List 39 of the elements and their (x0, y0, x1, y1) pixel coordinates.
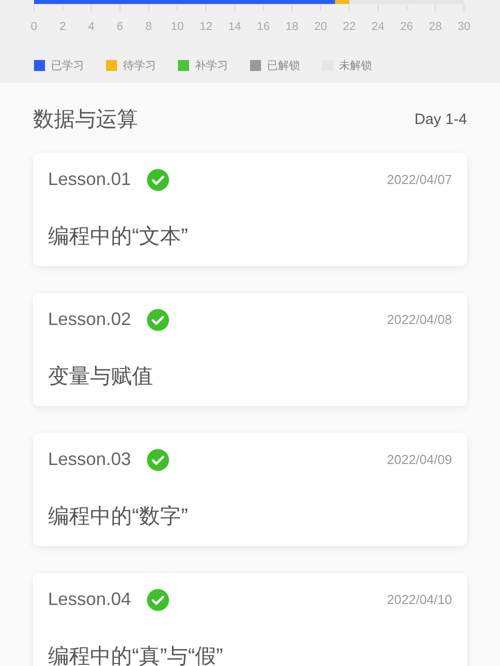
lesson-date: 2022/04/08 (386, 312, 452, 327)
lesson-date: 2022/04/07 (386, 172, 452, 187)
axis-label: 4 (88, 21, 95, 33)
lesson-number: Lesson.03 (48, 449, 132, 470)
lesson-card[interactable]: Lesson.04 2022/04/10 编程中的“真”与“假” (33, 573, 467, 666)
lesson-card[interactable]: Lesson.01 2022/04/07 编程中的“文本” (33, 153, 467, 266)
lesson-title: 编程中的“文本” (48, 224, 189, 250)
legend-label: 已解锁 (267, 59, 300, 73)
axis-label: 30 (458, 21, 470, 33)
axis-label: 8 (145, 21, 152, 33)
axis-label: 6 (116, 21, 124, 33)
legend-label: 未解锁 (339, 59, 372, 73)
lesson-date: 2022/04/09 (386, 452, 452, 467)
axis-label: 18 (286, 21, 298, 33)
axis-label: 28 (428, 21, 442, 33)
axis-label: 20 (314, 21, 328, 33)
lesson-title: 编程中的“数字” (48, 504, 189, 530)
lesson-number: Lesson.02 (48, 309, 132, 330)
axis-label: 12 (200, 21, 212, 33)
legend-label: 已学习 (51, 59, 84, 73)
axis-label: 14 (228, 21, 242, 33)
day-range: Day 1-4 (414, 110, 467, 128)
lesson-title: 编程中的“真”与“假” (48, 644, 224, 666)
axis-label: 2 (59, 21, 66, 33)
lesson-date: 2022/04/10 (386, 592, 452, 607)
axis-label: 22 (342, 21, 356, 33)
axis-label: 24 (372, 21, 384, 33)
legend-label: 补学习 (195, 58, 228, 73)
axis-label: 16 (256, 21, 270, 33)
section-title: 数据与运算 (33, 107, 138, 133)
lesson-number: Lesson.01 (48, 169, 132, 190)
axis-label: 0 (30, 21, 38, 33)
axis-label: 10 (170, 21, 184, 33)
lesson-card[interactable]: Lesson.02 2022/04/08 变量与赋值 (33, 293, 467, 406)
legend-label: 待学习 (123, 59, 156, 73)
lesson-number: Lesson.04 (48, 589, 132, 610)
lesson-title: 变量与赋值 (48, 364, 154, 390)
axis-label: 26 (400, 21, 414, 33)
lesson-card[interactable]: Lesson.03 2022/04/09 编程中的“数字” (33, 433, 467, 546)
